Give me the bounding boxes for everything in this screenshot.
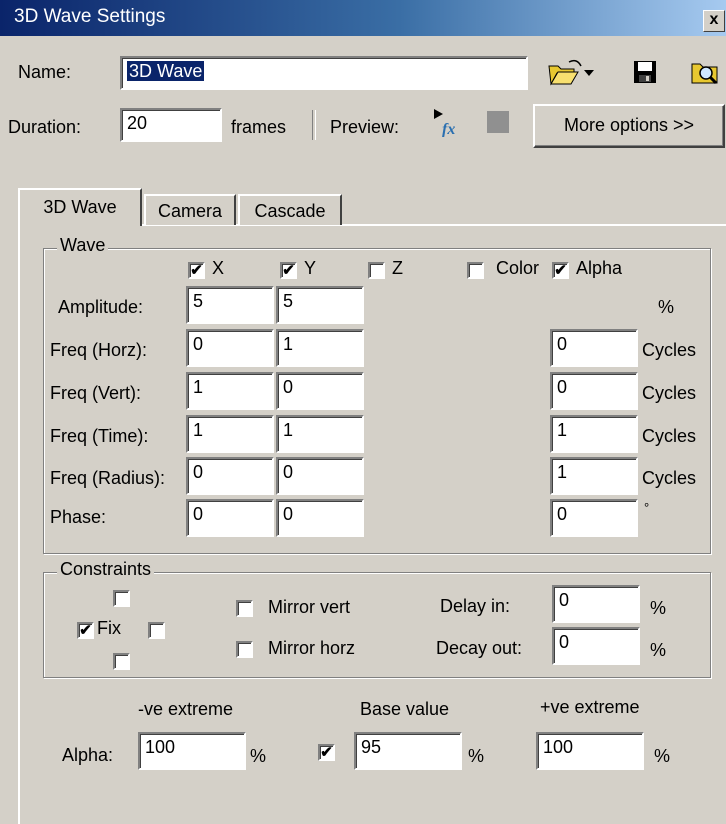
wave-group-label: Wave (57, 235, 109, 256)
z-label: Z (392, 258, 403, 278)
decay-out-unit: % (650, 640, 667, 660)
toolbar-separator (312, 110, 316, 140)
svg-text:fx: fx (442, 121, 455, 137)
delay-in-input[interactable]: 0 (552, 585, 640, 623)
phase-unit: ° (644, 500, 650, 515)
alpha-neg-extreme-input[interactable]: 100 (138, 732, 246, 770)
more-options-button[interactable]: More options >> (533, 104, 725, 148)
dropdown-arrow-icon (584, 70, 594, 76)
alpha-pos-extreme-input[interactable]: 100 (536, 732, 644, 770)
freq-radius-y-input[interactable]: 0 (276, 457, 364, 495)
base-value-checkbox[interactable]: ✔ (318, 744, 335, 761)
decay-out-input[interactable]: 0 (552, 627, 640, 665)
preview-play-icon[interactable]: fx (432, 107, 462, 137)
x-checkbox[interactable]: ✔ (188, 262, 205, 279)
y-checkbox[interactable]: ✔ (280, 262, 297, 279)
freq-vert-x-input[interactable]: 1 (186, 372, 274, 410)
name-value: 3D Wave (127, 61, 205, 81)
fix-checkbox[interactable]: ✔ (77, 622, 94, 639)
delay-in-unit: % (650, 598, 667, 618)
constraint-bottom-checkbox[interactable] (113, 653, 130, 670)
freq-vert-label: Freq (Vert): (50, 383, 142, 403)
mirror-vert-checkbox[interactable] (236, 600, 253, 617)
amplitude-unit: % (658, 297, 675, 317)
save-icon[interactable] (633, 60, 657, 84)
tab-cascade[interactable]: Cascade (238, 194, 342, 225)
mirror-horz-label: Mirror horz (268, 638, 356, 658)
alpha-pos-extreme-unit: % (654, 746, 671, 766)
freq-time-unit: Cycles (642, 426, 697, 446)
tab-3d-wave[interactable]: 3D Wave (18, 188, 142, 226)
amplitude-label: Amplitude: (58, 297, 144, 317)
amplitude-y-input[interactable]: 5 (276, 286, 364, 324)
freq-horz-label: Freq (Horz): (50, 340, 148, 360)
alpha-checkbox[interactable]: ✔ (552, 262, 569, 279)
phase-x-input[interactable]: 0 (186, 499, 274, 537)
mirror-horz-checkbox[interactable] (236, 641, 253, 658)
phase-y-input[interactable]: 0 (276, 499, 364, 537)
tab-camera[interactable]: Camera (144, 194, 236, 225)
preview-label: Preview: (330, 117, 400, 137)
name-label: Name: (18, 62, 72, 82)
alpha-row-label: Alpha: (62, 745, 114, 765)
stop-icon[interactable] (487, 111, 509, 133)
duration-label: Duration: (8, 117, 82, 137)
window-title: 3D Wave Settings (14, 6, 166, 27)
neg-extreme-header: -ve extreme (138, 699, 234, 719)
browse-icon[interactable] (690, 58, 720, 86)
duration-input[interactable]: 20 (120, 108, 222, 142)
title-bar: 3D Wave Settings x (0, 0, 726, 36)
freq-vert-alpha-input[interactable]: 0 (550, 372, 638, 410)
freq-vert-y-input[interactable]: 0 (276, 372, 364, 410)
freq-time-x-input[interactable]: 1 (186, 415, 274, 453)
color-label: Color (496, 258, 540, 278)
phase-alpha-input[interactable]: 0 (550, 499, 638, 537)
alpha-base-value-input[interactable]: 95 (354, 732, 462, 770)
amplitude-x-input[interactable]: 5 (186, 286, 274, 324)
alpha-neg-extreme-unit: % (250, 746, 267, 766)
freq-horz-x-input[interactable]: 0 (186, 329, 274, 367)
pos-extreme-header: +ve extreme (540, 697, 640, 717)
constraints-group-label: Constraints (57, 559, 155, 580)
y-label: Y (304, 258, 317, 278)
constraint-top-checkbox[interactable] (113, 590, 130, 607)
freq-horz-y-input[interactable]: 1 (276, 329, 364, 367)
freq-time-label: Freq (Time): (50, 426, 149, 446)
freq-time-y-input[interactable]: 1 (276, 415, 364, 453)
base-value-header: Base value (360, 699, 450, 719)
decay-out-label: Decay out: (436, 638, 523, 658)
close-button[interactable]: x (703, 10, 725, 32)
name-input[interactable]: 3D Wave (120, 56, 528, 90)
freq-horz-unit: Cycles (642, 340, 697, 360)
constraint-right-checkbox[interactable] (148, 622, 165, 639)
z-checkbox[interactable] (368, 262, 385, 279)
duration-unit-label: frames (231, 117, 287, 137)
alpha-label: Alpha (576, 258, 623, 278)
phase-label: Phase: (50, 507, 107, 527)
freq-vert-unit: Cycles (642, 383, 697, 403)
delay-in-label: Delay in: (440, 596, 511, 616)
freq-radius-alpha-input[interactable]: 1 (550, 457, 638, 495)
color-checkbox[interactable] (467, 262, 484, 279)
freq-radius-label: Freq (Radius): (50, 468, 166, 488)
freq-radius-x-input[interactable]: 0 (186, 457, 274, 495)
fix-label: Fix (97, 618, 121, 638)
open-dropdown-button[interactable] (547, 58, 599, 88)
freq-radius-unit: Cycles (642, 468, 697, 488)
alpha-base-value-unit: % (468, 746, 485, 766)
mirror-vert-label: Mirror vert (268, 597, 350, 617)
x-label: X (212, 258, 225, 278)
freq-horz-alpha-input[interactable]: 0 (550, 329, 638, 367)
freq-time-alpha-input[interactable]: 1 (550, 415, 638, 453)
